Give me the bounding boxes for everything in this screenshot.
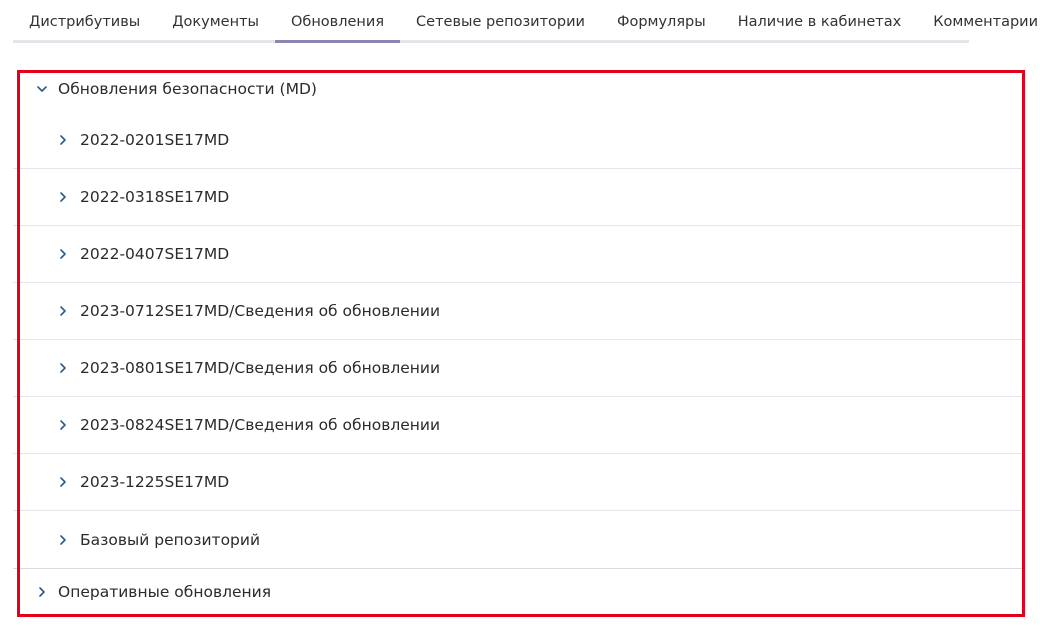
tree-node-label: Обновления безопасности (MD) bbox=[58, 80, 317, 98]
tree-item-base-repository[interactable]: Базовый репозиторий bbox=[13, 511, 1023, 568]
tree-node-security-updates-children: 2022-0201SE17MD 2022-0318SE17MD 2022-040… bbox=[13, 112, 1023, 569]
chevron-right-icon bbox=[60, 420, 66, 430]
tab-updates[interactable]: Обновления bbox=[274, 0, 401, 43]
tree-item-2022-0201[interactable]: 2022-0201SE17MD bbox=[13, 112, 1023, 169]
tree-item-2023-0712[interactable]: 2023-0712SE17MD/Сведения об обновлении bbox=[13, 283, 1023, 340]
tree-item-label: Базовый репозиторий bbox=[80, 530, 261, 549]
tree-node-label: Оперативные обновления bbox=[58, 583, 272, 601]
tree-item-label: 2023-0712SE17MD/Сведения об обновлении bbox=[80, 302, 441, 320]
chevron-right-icon bbox=[60, 249, 66, 259]
tree-node-operative-updates: Оперативные обновления bbox=[13, 569, 1023, 615]
tab-network-repositories[interactable]: Сетевые репозитории bbox=[400, 0, 601, 43]
tree-item-2022-0318[interactable]: 2022-0318SE17MD bbox=[13, 169, 1023, 226]
tree-item-2023-0801[interactable]: 2023-0801SE17MD/Сведения об обновлении bbox=[13, 340, 1023, 397]
tree-node-operative-updates-header[interactable]: Оперативные обновления bbox=[13, 569, 1023, 615]
tree-item-label: 2022-0318SE17MD bbox=[80, 188, 230, 206]
chevron-right-icon bbox=[60, 363, 66, 373]
chevron-right-icon bbox=[39, 587, 45, 597]
tree-item-2023-1225[interactable]: 2023-1225SE17MD bbox=[13, 454, 1023, 511]
chevron-down-icon bbox=[37, 86, 47, 92]
tree-item-label: 2023-0801SE17MD/Сведения об обновлении bbox=[80, 359, 441, 377]
tree-item-label: 2023-1225SE17MD bbox=[80, 473, 230, 491]
tab-documents[interactable]: Документы bbox=[156, 0, 275, 43]
tree-node-security-updates-header[interactable]: Обновления безопасности (MD) bbox=[13, 66, 1023, 112]
tree-item-2022-0407[interactable]: 2022-0407SE17MD bbox=[13, 226, 1023, 283]
tree-item-label: 2023-0824SE17MD/Сведения об обновлении bbox=[80, 416, 441, 434]
tab-formulars[interactable]: Формуляры bbox=[601, 0, 722, 43]
chevron-right-icon bbox=[60, 534, 66, 545]
chevron-right-icon bbox=[60, 477, 66, 487]
tab-availability-in-offices[interactable]: Наличие в кабинетах bbox=[722, 0, 917, 43]
chevron-right-icon bbox=[60, 306, 66, 316]
tree-item-2023-0824[interactable]: 2023-0824SE17MD/Сведения об обновлении bbox=[13, 397, 1023, 454]
tab-distributives[interactable]: Дистрибутивы bbox=[13, 0, 156, 43]
tree-item-label: 2022-0407SE17MD bbox=[80, 245, 230, 263]
chevron-right-icon bbox=[60, 135, 66, 145]
chevron-right-icon bbox=[60, 192, 66, 202]
tab-bar: Дистрибутивы Документы Обновления Сетевы… bbox=[13, 0, 1038, 43]
tab-comments[interactable]: Комментарии bbox=[917, 0, 1040, 43]
tree-item-label: 2022-0201SE17MD bbox=[80, 131, 230, 149]
tree-node-security-updates: Обновления безопасности (MD) 2022-0201SE… bbox=[13, 66, 1023, 569]
updates-tree: Обновления безопасности (MD) 2022-0201SE… bbox=[13, 66, 1023, 615]
